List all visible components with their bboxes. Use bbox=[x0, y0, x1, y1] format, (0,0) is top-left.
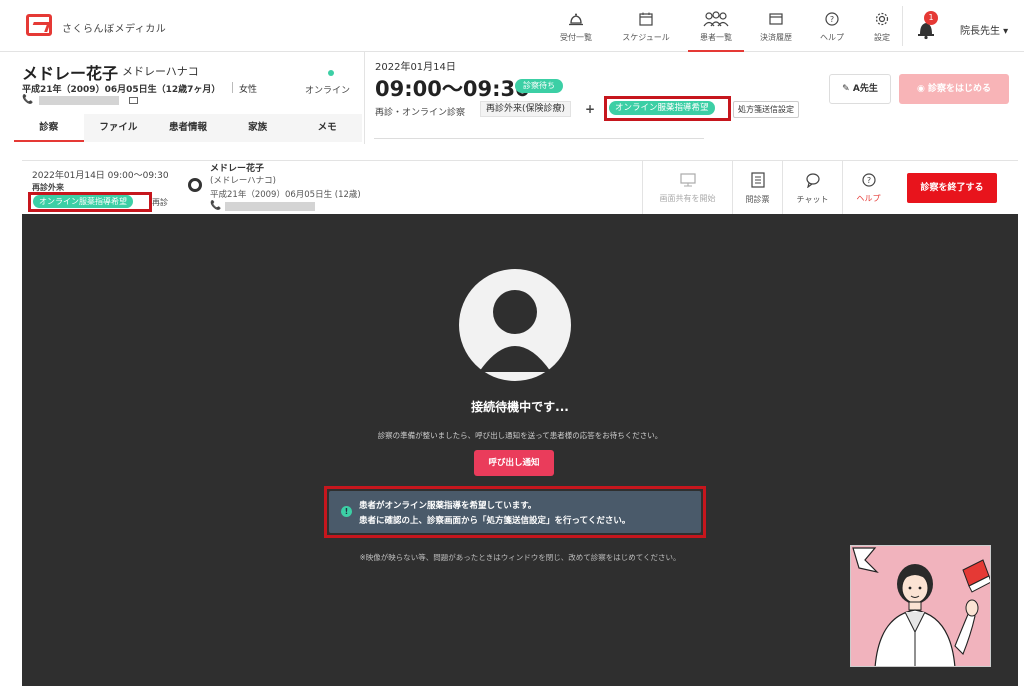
nav-label: 受付一覧 bbox=[560, 33, 592, 42]
svg-text:?: ? bbox=[866, 176, 870, 185]
appointment-time: 09:00〜09:30 bbox=[375, 77, 530, 101]
chat-icon bbox=[805, 172, 820, 188]
user-menu[interactable]: 院長先生 ▾ bbox=[960, 22, 1008, 37]
nav-label: 患者一覧 bbox=[700, 33, 732, 42]
connection-status-title: 接続待機中です... bbox=[471, 400, 569, 414]
svg-text:?: ? bbox=[830, 15, 834, 24]
logo-icon[interactable] bbox=[26, 14, 52, 36]
patient-kana: メドレーハナコ bbox=[122, 65, 199, 78]
help-icon: ? bbox=[825, 8, 839, 30]
session-datetime: 2022年01月14日 09:00〜09:30 bbox=[32, 171, 169, 181]
chat-button[interactable]: チャット bbox=[782, 161, 842, 215]
nav-reception[interactable]: 受付一覧 bbox=[546, 8, 606, 43]
patient-avatar-icon bbox=[188, 178, 202, 192]
nav-label: 設定 bbox=[874, 33, 890, 42]
video-consultation-toolbar: 2022年01月14日 09:00〜09:30 再診外来 オンライン服薬指導希望… bbox=[22, 160, 1018, 215]
gear-icon bbox=[875, 8, 889, 30]
tool-label: チャット bbox=[796, 194, 829, 204]
repeat-label: 再診 bbox=[152, 198, 168, 207]
patient-birthdate: 平成21年（2009）06月05日生 (12歳) bbox=[210, 190, 361, 200]
patient-tabs: 診察 ファイル 患者情報 家族 メモ bbox=[14, 114, 362, 142]
online-status-dot bbox=[328, 70, 334, 76]
questionnaire-button[interactable]: 問診票 bbox=[732, 161, 782, 215]
top-navigation-bar: さくらんぼメディカル 受付一覧 スケジュール 患者一覧 決済履歴 ? ヘルプ 設… bbox=[0, 0, 1024, 52]
tab-patient-info[interactable]: 患者情報 bbox=[153, 114, 223, 142]
medication-guidance-notice: ! 患者がオンライン服薬指導を希望しています。 患者に確認の上、診察画面から「処… bbox=[329, 491, 701, 533]
end-consultation-button[interactable]: 診察を終了する bbox=[907, 173, 997, 203]
doctor-select-button[interactable]: ✎ A先生 bbox=[829, 74, 891, 104]
nav-label: ヘルプ bbox=[820, 33, 844, 42]
tool-label: ヘルプ bbox=[856, 193, 881, 203]
tab-files[interactable]: ファイル bbox=[84, 114, 154, 142]
status-badge: 診察待ち bbox=[515, 79, 563, 93]
card-icon bbox=[769, 8, 783, 30]
patients-icon bbox=[703, 8, 729, 30]
patient-kana: (メドレーハナコ) bbox=[210, 176, 276, 186]
phone-icon: 📞 bbox=[210, 201, 222, 211]
doctor-label: A先生 bbox=[852, 84, 878, 94]
person-placeholder-icon bbox=[459, 269, 571, 381]
notice-line-2: 患者に確認の上、診察画面から「処方箋送信設定」を行ってください。 bbox=[359, 516, 631, 526]
divider bbox=[902, 6, 903, 46]
divider bbox=[374, 138, 704, 146]
brand-name: さくらんぼメディカル bbox=[62, 24, 167, 35]
start-label: 診察をはじめる bbox=[927, 84, 991, 94]
screen-share-button[interactable]: 画面共有を開始 bbox=[642, 161, 732, 215]
nav-payments[interactable]: 決済履歴 bbox=[746, 8, 806, 43]
mail-icon[interactable] bbox=[129, 96, 139, 104]
appointment-date: 2022年01月14日 bbox=[375, 62, 456, 73]
nav-label: 決済履歴 bbox=[760, 33, 792, 42]
appointment-type: 再診・オンライン診察 bbox=[375, 108, 466, 118]
redacted-phone bbox=[39, 95, 120, 105]
reception-bell-icon bbox=[568, 8, 584, 30]
medication-guidance-badge: オンライン服薬指導希望 bbox=[33, 195, 133, 208]
divider bbox=[364, 52, 365, 144]
nav-settings[interactable]: 設定 bbox=[852, 8, 912, 43]
start-consultation-button[interactable]: ◉ 診察をはじめる bbox=[899, 74, 1009, 104]
document-icon bbox=[750, 171, 765, 188]
nav-label: スケジュール bbox=[622, 33, 670, 42]
patient-birthdate: 平成21年（2009）06月05日生（12歳7ヶ月） bbox=[22, 85, 221, 95]
patient-name: メドレー花子 bbox=[22, 64, 119, 83]
call-notification-button[interactable]: 呼び出し通知 bbox=[474, 450, 554, 476]
redacted-phone bbox=[225, 201, 316, 211]
patient-sex: 女性 bbox=[239, 85, 258, 95]
pencil-icon: ✎ bbox=[842, 84, 853, 94]
appointment-category: 再診外来(保険診療) bbox=[480, 101, 572, 117]
self-view-video[interactable] bbox=[850, 545, 991, 667]
nav-patients[interactable]: 患者一覧 bbox=[686, 8, 746, 52]
divider bbox=[232, 82, 233, 93]
info-icon: ! bbox=[341, 506, 352, 517]
tab-consultation[interactable]: 診察 bbox=[14, 114, 84, 142]
nav-schedule[interactable]: スケジュール bbox=[616, 8, 676, 43]
tool-label: 問診票 bbox=[745, 194, 770, 204]
patient-name: メドレー花子 bbox=[210, 164, 265, 174]
calendar-icon bbox=[639, 8, 653, 30]
phone-icon: 📞 bbox=[22, 95, 34, 105]
help-icon: ? bbox=[861, 172, 876, 187]
video-icon: ◉ bbox=[916, 84, 928, 94]
monitor-icon bbox=[679, 172, 696, 186]
notification-badge: 1 bbox=[924, 11, 938, 25]
tab-memo[interactable]: メモ bbox=[292, 114, 362, 142]
connection-status-description: 診察の準備が整いましたら、呼び出し通知を送って患者様の応答をお待ちください。 bbox=[377, 431, 663, 440]
add-tag-button[interactable]: + bbox=[585, 102, 595, 116]
online-status-label: オンライン bbox=[305, 86, 351, 96]
doctor-illustration bbox=[852, 547, 990, 666]
patient-contact: 📞 bbox=[210, 201, 316, 211]
prescription-setting-button[interactable]: 処方箋送信設定 bbox=[733, 101, 799, 118]
medication-guidance-badge: オンライン服薬指導希望 bbox=[609, 101, 715, 115]
patient-contact: 📞 bbox=[22, 95, 139, 105]
tab-family[interactable]: 家族 bbox=[223, 114, 293, 142]
notice-line-1: 患者がオンライン服薬指導を希望しています。 bbox=[359, 501, 537, 511]
help-button[interactable]: ? ヘルプ bbox=[842, 161, 894, 215]
tool-label: 画面共有を開始 bbox=[659, 193, 716, 203]
